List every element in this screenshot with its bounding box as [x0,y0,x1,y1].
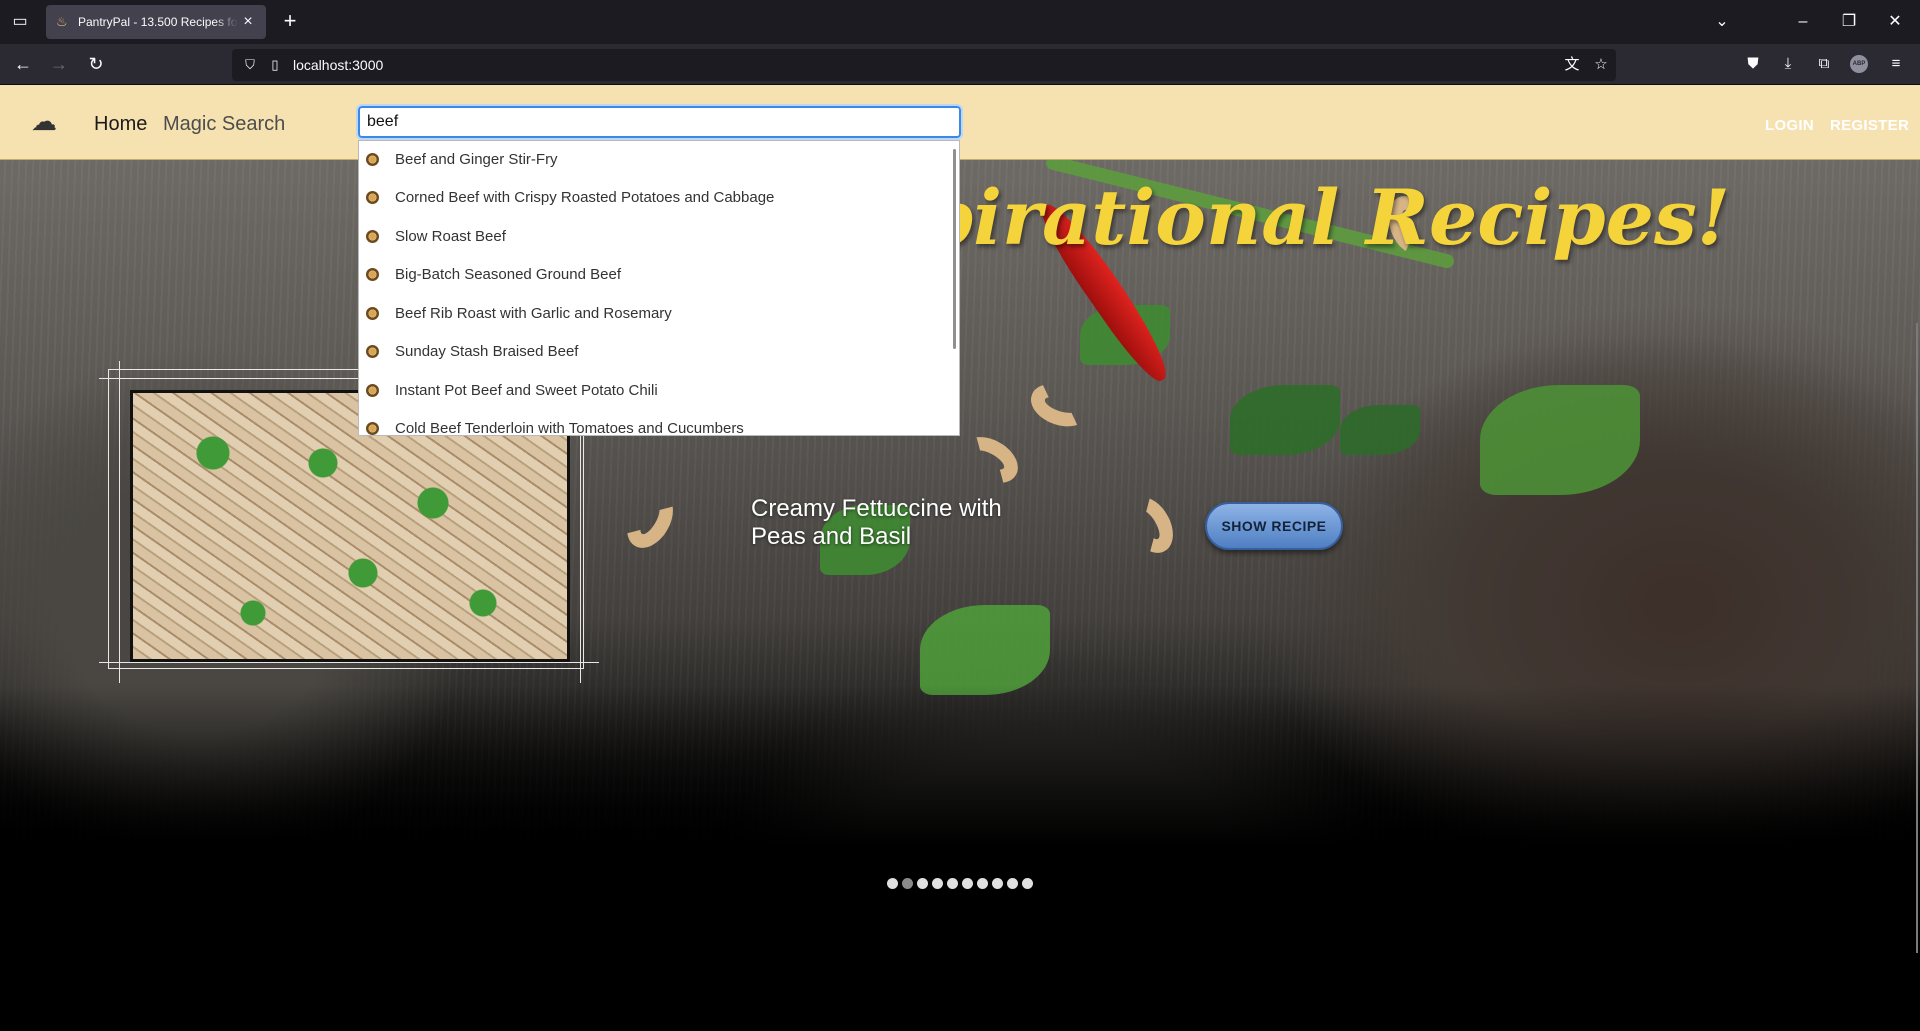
chef-hat-favicon-icon: ♨ [56,14,68,29]
carousel-dot[interactable] [977,878,988,889]
suggestion-item[interactable]: Corned Beef with Crispy Roasted Potatoes… [359,179,949,217]
carousel-dot[interactable] [992,878,1003,889]
suggestion-label: Corned Beef with Crispy Roasted Potatoes… [395,189,775,206]
suggestion-item[interactable]: Cold Beef Tenderloin with Tomatoes and C… [359,410,949,436]
carousel-dot[interactable] [902,878,913,889]
chef-hat-logo-icon[interactable]: ☁ [24,107,64,135]
browser-tab[interactable]: ♨ PantryPal - 13.500 Recipes for C × [46,5,266,39]
nav-magic-search-link[interactable]: Magic Search [163,113,285,137]
suggestion-item[interactable]: Slow Roast Beef [359,218,949,256]
reload-icon[interactable]: ↻ [84,52,108,76]
dropdown-scrollbar[interactable] [948,141,959,435]
show-recipe-button[interactable]: SHOW RECIPE [1205,502,1343,550]
restore-icon[interactable]: ❐ [1837,10,1861,34]
suggestion-label: Slow Roast Beef [395,228,506,245]
adblock-extension-icon[interactable]: ABP [1850,55,1868,73]
suggestion-label: Instant Pot Beef and Sweet Potato Chili [395,382,658,399]
url-text[interactable]: localhost:3000 [293,56,383,74]
minimize-icon[interactable]: – [1791,10,1815,34]
browser-tab-strip: ▭ ♨ PantryPal - 13.500 Recipes for C × +… [0,0,1920,44]
suggestion-label: Beef and Ginger Stir-Fry [395,151,558,168]
page-info-icon[interactable]: ▯ [266,56,284,74]
recipe-search-input[interactable] [356,104,963,140]
suggestion-item[interactable]: Beef Rib Roast with Garlic and Rosemary [359,295,949,333]
browser-nav-bar: ← → ↻ ⛉ ▯ localhost:3000 文 ☆ ⛊ ⤓ ⧉ ABP ≡ [0,44,1920,85]
nav-home-link[interactable]: Home [94,113,147,137]
carousel-dot[interactable] [887,878,898,889]
suggestion-label: Big-Batch Seasoned Ground Beef [395,266,621,283]
suggestion-bullet-icon [366,191,379,204]
carousel-dot[interactable] [962,878,973,889]
suggestion-label: Cold Beef Tenderloin with Tomatoes and C… [395,420,744,436]
translate-icon[interactable]: 文 [1562,55,1582,75]
suggestion-bullet-icon [366,384,379,397]
forward-icon[interactable]: → [47,52,71,76]
page-scrollbar[interactable] [1916,323,1918,953]
carousel-dots [887,878,1033,890]
suggestion-bullet-icon [366,422,379,435]
carousel-dot[interactable] [1007,878,1018,889]
slide-caption: Creamy Fettuccine with Peas and Basil [751,495,1002,550]
tab-title: PantryPal - 13.500 Recipes for C [78,15,238,29]
bookmark-star-icon[interactable]: ☆ [1591,55,1611,75]
carousel-dot[interactable] [1022,878,1033,889]
frame-line [99,662,599,663]
suggestion-bullet-icon [366,345,379,358]
hero-title: pirational Recipes! [920,173,1731,262]
login-link[interactable]: LOGIN [1765,117,1814,135]
tab-overview-icon[interactable]: ▭ [10,12,30,32]
shield-icon[interactable]: ⛉ [241,56,259,74]
search-suggestions-dropdown: Beef and Ginger Stir-Fry Corned Beef wit… [358,140,960,436]
suggestion-item[interactable]: Instant Pot Beef and Sweet Potato Chili [359,372,949,410]
new-tab-icon[interactable]: + [278,10,302,34]
suggestion-bullet-icon [366,153,379,166]
extensions-icon[interactable]: ⧉ [1812,52,1836,76]
carousel-dot[interactable] [947,878,958,889]
suggestion-item[interactable]: Big-Batch Seasoned Ground Beef [359,256,949,294]
address-bar[interactable]: ⛉ ▯ localhost:3000 文 ☆ [232,49,1616,81]
suggestion-bullet-icon [366,268,379,281]
suggestion-bullet-icon [366,307,379,320]
menu-icon[interactable]: ≡ [1884,52,1908,76]
suggestion-label: Beef Rib Roast with Garlic and Rosemary [395,305,672,322]
carousel-dot[interactable] [932,878,943,889]
close-tab-icon[interactable]: × [238,12,258,32]
page-viewport: pirational Recipes! Creamy Fettuccine wi… [0,85,1920,1031]
close-window-icon[interactable]: ✕ [1883,10,1907,34]
dropdown-scroll-thumb[interactable] [953,149,956,349]
register-link[interactable]: REGISTER [1830,117,1909,135]
carousel-dot[interactable] [917,878,928,889]
suggestion-item[interactable]: Beef and Ginger Stir-Fry [359,141,949,179]
site-header: ☁ Home Magic Search LOGIN REGISTER [0,85,1920,160]
suggestion-item[interactable]: Sunday Stash Braised Beef [359,333,949,371]
back-icon[interactable]: ← [11,52,35,76]
frame-line [119,361,120,683]
list-tabs-icon[interactable]: ⌄ [1710,10,1734,34]
pocket-icon[interactable]: ⛊ [1741,52,1765,76]
downloads-icon[interactable]: ⤓ [1776,52,1800,76]
suggestion-bullet-icon [366,230,379,243]
suggestion-label: Sunday Stash Braised Beef [395,343,579,360]
